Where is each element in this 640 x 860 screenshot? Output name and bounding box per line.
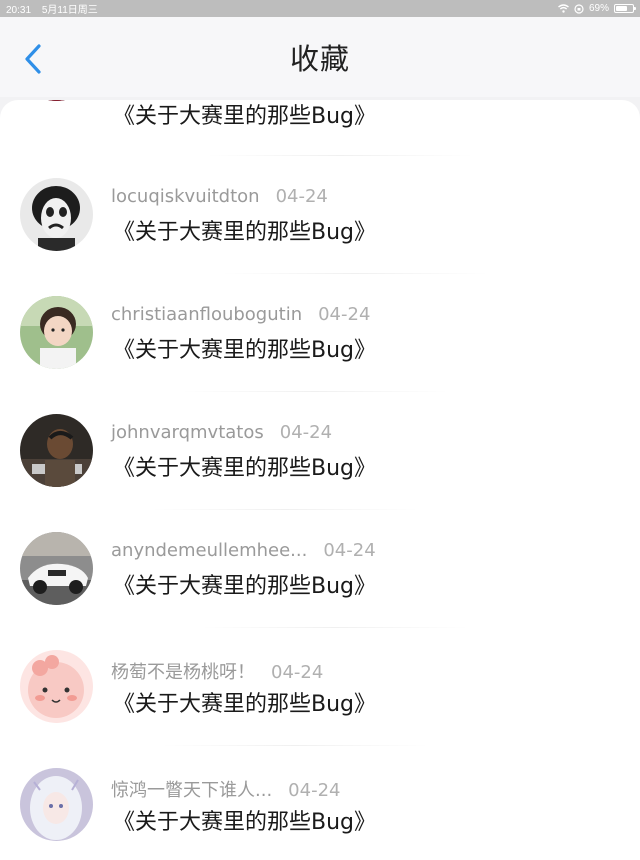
- nav-bar: 收藏: [0, 17, 640, 97]
- battery-fill: [616, 6, 627, 11]
- orientation-lock-icon: [574, 3, 584, 14]
- avatar-image: [20, 414, 93, 487]
- item-date: 04-24: [271, 662, 324, 683]
- avatar: [20, 296, 93, 369]
- list-item[interactable]: anyndemeullemhee... 04-24 《关于大赛里的那些Bug》: [0, 532, 640, 650]
- divider: [160, 745, 430, 746]
- status-date: 5月11日周三: [41, 5, 98, 16]
- avatar: [20, 650, 93, 723]
- avatar: [20, 532, 93, 605]
- list-item[interactable]: locuqiskvuitdton 04-24 《关于大赛里的那些Bug》: [0, 178, 640, 296]
- battery-icon: [614, 4, 636, 13]
- divider: [150, 509, 420, 510]
- item-author: anyndemeullemhee...: [111, 540, 308, 561]
- item-author: locuqiskvuitdton: [111, 186, 260, 207]
- divider: [180, 391, 450, 392]
- item-meta: 惊鸿一瞥天下谁人... 04-24: [111, 776, 341, 801]
- avatar-image: [20, 768, 93, 841]
- item-date: 04-24: [279, 422, 333, 443]
- chevron-left-icon: [25, 44, 41, 74]
- divider: [220, 273, 490, 274]
- avatar-image: [20, 296, 93, 369]
- status-left: 20:31 5月11日周三: [6, 1, 106, 16]
- divider: [205, 155, 475, 156]
- item-date: 04-24: [275, 186, 328, 207]
- divider: [200, 627, 470, 628]
- item-title: 《关于大赛里的那些Bug》: [113, 104, 377, 129]
- avatar-image: [20, 100, 93, 101]
- item-title: 《关于大赛里的那些Bug》: [113, 456, 377, 481]
- avatar: [20, 414, 93, 487]
- item-meta: locuqiskvuitdton 04-24: [111, 186, 328, 210]
- list-item[interactable]: christiaanfloubogutin 04-24 《关于大赛里的那些Bug》: [0, 296, 640, 414]
- status-right: 69%: [558, 3, 636, 14]
- status-bar: 20:31 5月11日周三 69%: [0, 0, 640, 17]
- list-item[interactable]: 杨萄不是杨桃呀！ 04-24 《关于大赛里的那些Bug》: [0, 650, 640, 768]
- item-author: johnvarqmvtatos: [111, 422, 264, 443]
- avatar: [20, 100, 93, 101]
- battery-percent: 69%: [588, 3, 609, 14]
- item-meta: 杨萄不是杨桃呀！ 04-24: [111, 658, 324, 683]
- item-title: 《关于大赛里的那些Bug》: [113, 338, 377, 363]
- item-date: 04-24: [288, 780, 341, 801]
- item-author: 惊鸿一瞥天下谁人...: [111, 780, 273, 801]
- item-author: 杨萄不是杨桃呀！: [111, 662, 255, 683]
- wifi-icon: [558, 4, 569, 13]
- avatar: [20, 768, 93, 841]
- item-date: 04-24: [323, 540, 376, 561]
- item-meta: anyndemeullemhee... 04-24: [111, 540, 376, 564]
- status-time: 20:31: [6, 5, 32, 16]
- avatar-image: [20, 178, 93, 251]
- back-button[interactable]: [18, 44, 48, 74]
- avatar-image: [20, 650, 93, 723]
- item-date: 04-24: [318, 304, 371, 325]
- page-title: 收藏: [289, 42, 350, 76]
- item-title: 《关于大赛里的那些Bug》: [113, 692, 377, 717]
- item-meta: christiaanfloubogutin 04-24: [111, 304, 370, 328]
- favorites-list: 《关于大赛里的那些Bug》 locuqiskvuitdton 04-24 《关于大…: [0, 100, 640, 860]
- item-title: 《关于大赛里的那些Bug》: [113, 810, 377, 835]
- item-title: 《关于大赛里的那些Bug》: [113, 574, 377, 599]
- list-item[interactable]: johnvarqmvtatos 04-24 《关于大赛里的那些Bug》: [0, 414, 640, 532]
- avatar-image: [20, 532, 93, 605]
- item-author: christiaanfloubogutin: [111, 304, 303, 325]
- item-meta: johnvarqmvtatos 04-24: [111, 422, 332, 446]
- avatar: [20, 178, 93, 251]
- item-title: 《关于大赛里的那些Bug》: [113, 220, 377, 245]
- list-item[interactable]: 《关于大赛里的那些Bug》: [0, 100, 640, 178]
- list-item[interactable]: 惊鸿一瞥天下谁人... 04-24 《关于大赛里的那些Bug》: [0, 768, 640, 860]
